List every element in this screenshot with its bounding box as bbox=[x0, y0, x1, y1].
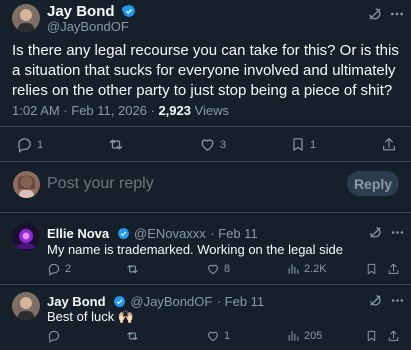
like-count: 3 bbox=[220, 138, 227, 151]
more-options-icon[interactable] bbox=[390, 293, 405, 313]
heart-icon bbox=[208, 264, 218, 275]
like-action[interactable]: 1 bbox=[206, 329, 230, 343]
retweet-icon bbox=[127, 331, 138, 341]
reply-count: 2 bbox=[65, 263, 72, 275]
divider bbox=[0, 212, 411, 213]
retweet-icon bbox=[109, 139, 123, 150]
reply-author-handle[interactable]: @ENovaxxx bbox=[134, 226, 206, 241]
reply-text: Best of luck 🙌🏻 bbox=[47, 309, 134, 324]
like-count: 8 bbox=[224, 263, 231, 275]
divider bbox=[0, 284, 411, 285]
divider bbox=[0, 126, 411, 127]
views-action[interactable]: 2.2K bbox=[287, 262, 327, 276]
reply-date[interactable]: · Feb 11 bbox=[210, 226, 257, 241]
share-icon bbox=[383, 137, 395, 151]
reply-date[interactable]: · Feb 11 bbox=[217, 294, 264, 309]
reply-action[interactable] bbox=[47, 329, 65, 343]
reply-icon bbox=[18, 138, 31, 153]
share-action[interactable] bbox=[387, 262, 400, 276]
author-avatar[interactable] bbox=[12, 4, 40, 32]
bookmark-icon bbox=[293, 138, 303, 151]
heart-icon bbox=[201, 139, 214, 151]
bookmark-icon bbox=[367, 330, 376, 342]
reply-icon bbox=[48, 263, 60, 276]
author-handle[interactable]: @JayBondOF bbox=[47, 19, 129, 34]
heart-icon bbox=[208, 331, 218, 342]
bookmark-icon bbox=[367, 263, 376, 275]
reply-text: My name is trademarked. Working on the l… bbox=[47, 242, 344, 257]
views-count: 2,923 bbox=[158, 103, 191, 118]
user-avatar bbox=[13, 171, 40, 198]
divider bbox=[0, 161, 411, 162]
grok-icon[interactable] bbox=[368, 225, 383, 245]
like-count: 1 bbox=[224, 330, 231, 342]
like-action[interactable]: 8 bbox=[206, 262, 230, 276]
views-count: 2.2K bbox=[304, 263, 327, 275]
more-options-icon[interactable] bbox=[390, 225, 405, 245]
retweet-icon bbox=[127, 264, 138, 274]
tweet-text: Is there any legal recourse you can take… bbox=[12, 42, 399, 99]
reply-avatar[interactable] bbox=[12, 223, 40, 251]
more-options-icon[interactable] bbox=[389, 6, 405, 27]
retweet-action[interactable] bbox=[125, 329, 144, 343]
share-action[interactable] bbox=[387, 329, 400, 343]
bookmark-action[interactable] bbox=[365, 329, 378, 343]
reply-avatar[interactable] bbox=[12, 292, 40, 320]
grok-icon[interactable] bbox=[367, 6, 383, 27]
reply-author-handle[interactable]: @JayBondOF bbox=[130, 294, 212, 309]
grok-icon[interactable] bbox=[368, 293, 383, 313]
share-icon bbox=[388, 330, 399, 341]
bookmark-action[interactable]: 1 bbox=[290, 136, 316, 153]
share-action[interactable] bbox=[381, 136, 397, 153]
bookmark-action[interactable] bbox=[365, 262, 378, 276]
retweet-action[interactable] bbox=[107, 136, 129, 153]
like-action[interactable]: 3 bbox=[199, 136, 226, 153]
reply-count: 1 bbox=[37, 138, 44, 151]
retweet-action[interactable] bbox=[125, 262, 144, 276]
views-count: 205 bbox=[304, 330, 323, 342]
reply-action[interactable]: 1 bbox=[16, 136, 43, 153]
author-name[interactable]: Jay Bond bbox=[47, 3, 115, 20]
reply-action[interactable]: 2 bbox=[47, 262, 71, 276]
views-icon bbox=[288, 264, 299, 274]
views-action[interactable]: 205 bbox=[287, 329, 322, 343]
share-icon bbox=[388, 263, 399, 274]
views-label: Views bbox=[191, 103, 230, 118]
tweet-meta: 1:02 AM · Feb 11, 2026 · 2,923 Views bbox=[12, 103, 229, 118]
views-icon bbox=[288, 331, 299, 341]
reply-author-name[interactable]: Jay Bond bbox=[47, 294, 106, 309]
reply-icon bbox=[48, 330, 60, 343]
reply-input[interactable]: Post your reply bbox=[47, 175, 154, 193]
tweet-timestamp[interactable]: 1:02 AM · Feb 11, 2026 · bbox=[12, 103, 158, 118]
reply-button[interactable]: Reply bbox=[347, 171, 399, 196]
reply-author-name[interactable]: Ellie Nova bbox=[47, 226, 109, 241]
bookmark-count: 1 bbox=[310, 138, 317, 151]
